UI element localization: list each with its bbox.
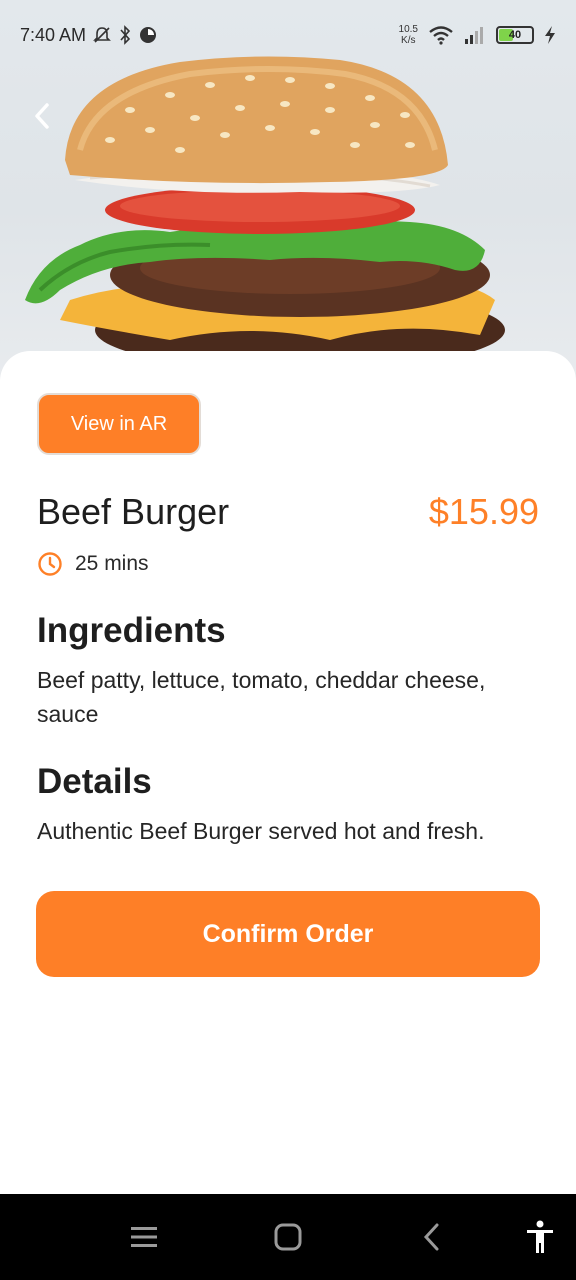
mute-icon: [93, 27, 111, 43]
accessibility-icon: [527, 1220, 553, 1253]
status-left: 7:40 AM: [20, 25, 158, 46]
system-nav-bar: [0, 1194, 576, 1280]
confirm-order-button[interactable]: Confirm Order: [36, 891, 540, 977]
product-price: $15.99: [428, 491, 539, 532]
view-in-ar-button[interactable]: View in AR: [37, 393, 201, 455]
status-time: 7:40 AM: [20, 24, 87, 45]
product-detail-card: View in AR Beef Burger $15.99 25 mins In…: [0, 351, 576, 1194]
clock-icon: [38, 552, 62, 576]
wifi-icon: [429, 26, 453, 45]
status-right: 10.5 K/s 40: [399, 24, 556, 46]
net-speed-value: 10.5: [398, 24, 418, 35]
prep-time-row: 25 mins: [37, 551, 149, 577]
product-name: Beef Burger: [37, 491, 230, 532]
battery-icon: 40: [496, 26, 534, 44]
ingredients-heading: Ingredients: [37, 611, 226, 650]
nav-back-button[interactable]: [414, 1194, 450, 1280]
status-bar: 7:40 AM 10.5 K/s 40: [0, 0, 576, 70]
menu-icon: [131, 1227, 157, 1247]
nav-menu-button[interactable]: [124, 1194, 164, 1280]
details-text: Authentic Beef Burger served hot and fre…: [37, 818, 485, 844]
home-icon: [274, 1223, 302, 1251]
data-saver-icon: [140, 27, 157, 43]
bluetooth-icon: [120, 25, 131, 45]
details-heading: Details: [37, 762, 152, 801]
back-button[interactable]: [24, 96, 60, 136]
ingredients-text: Beef patty, lettuce, tomato, cheddar che…: [37, 667, 486, 727]
signal-icon: [465, 27, 483, 44]
nav-home-button[interactable]: [268, 1194, 308, 1280]
charging-icon: [545, 26, 555, 44]
back-icon: [423, 1223, 439, 1251]
net-speed-unit: K/s: [401, 35, 416, 46]
prep-time: 25 mins: [75, 552, 149, 575]
chevron-left-icon: [35, 103, 49, 129]
net-speed: 10.5 K/s: [399, 24, 418, 46]
battery-level: 40: [508, 29, 522, 41]
nav-accessibility-button[interactable]: [520, 1194, 560, 1280]
